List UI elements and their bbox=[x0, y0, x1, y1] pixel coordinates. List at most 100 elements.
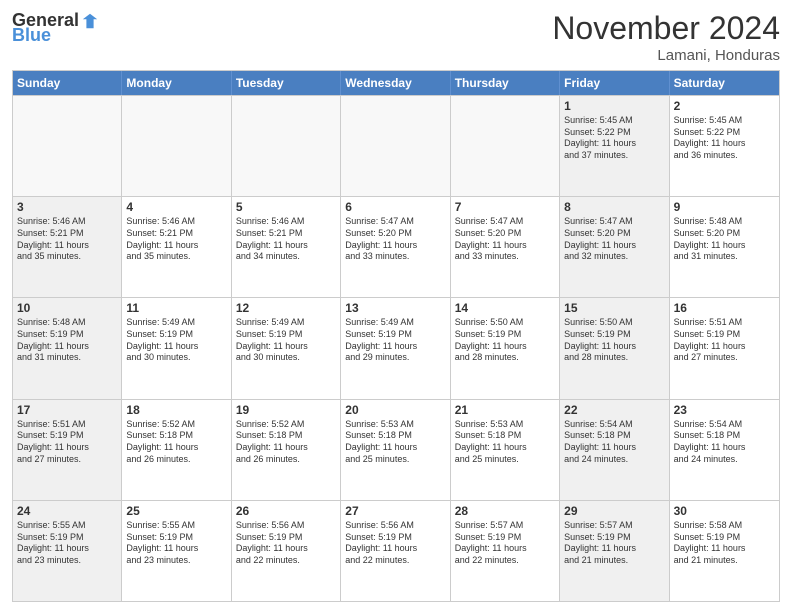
day-number: 3 bbox=[17, 200, 117, 214]
title-block: November 2024 Lamani, Honduras bbox=[552, 10, 780, 64]
day-number: 25 bbox=[126, 504, 226, 518]
day-info: Sunrise: 5:57 AM Sunset: 5:19 PM Dayligh… bbox=[564, 520, 664, 567]
month-title: November 2024 bbox=[552, 10, 780, 47]
day-cell-27: 27 Sunrise: 5:56 AM Sunset: 5:19 PM Dayli… bbox=[341, 501, 450, 601]
day-number: 26 bbox=[236, 504, 336, 518]
day-number: 17 bbox=[17, 403, 117, 417]
day-info: Sunrise: 5:53 AM Sunset: 5:18 PM Dayligh… bbox=[455, 419, 555, 466]
day-cell-4: 4Sunrise: 5:46 AM Sunset: 5:21 PM Daylig… bbox=[122, 197, 231, 297]
day-number: 12 bbox=[236, 301, 336, 315]
calendar-row-3: 10 Sunrise: 5:48 AM Sunset: 5:19 PM Dayli… bbox=[13, 297, 779, 398]
day-number: 21 bbox=[455, 403, 555, 417]
day-cell-26: 26Sunrise: 5:56 AM Sunset: 5:19 PM Dayli… bbox=[232, 501, 341, 601]
day-number: 16 bbox=[674, 301, 775, 315]
weekday-header-saturday: Saturday bbox=[670, 71, 779, 95]
weekday-header-sunday: Sunday bbox=[13, 71, 122, 95]
day-number: 9 bbox=[674, 200, 775, 214]
day-cell-1: 1 Sunrise: 5:45 AM Sunset: 5:22 PM Daylig… bbox=[560, 96, 669, 196]
day-cell-18: 18Sunrise: 5:52 AM Sunset: 5:18 PM Dayli… bbox=[122, 400, 231, 500]
day-number: 24 bbox=[17, 504, 117, 518]
day-info: Sunrise: 5:54 AM Sunset: 5:18 PM Dayligh… bbox=[564, 419, 664, 466]
day-cell-5: 5 Sunrise: 5:46 AM Sunset: 5:21 PM Daylig… bbox=[232, 197, 341, 297]
calendar-header: SundayMondayTuesdayWednesdayThursdayFrid… bbox=[13, 71, 779, 95]
calendar-row-5: 24 Sunrise: 5:55 AM Sunset: 5:19 PM Dayli… bbox=[13, 500, 779, 601]
day-info: Sunrise: 5:47 AM Sunset: 5:20 PM Dayligh… bbox=[345, 216, 445, 263]
empty-cell-r0c3 bbox=[341, 96, 450, 196]
day-info: Sunrise: 5:52 AM Sunset: 5:18 PM Dayligh… bbox=[236, 419, 336, 466]
weekday-header-friday: Friday bbox=[560, 71, 669, 95]
day-info: Sunrise: 5:54 AM Sunset: 5:18 PM Dayligh… bbox=[674, 419, 775, 466]
day-info: Sunrise: 5:46 AM Sunset: 5:21 PM Dayligh… bbox=[17, 216, 117, 263]
day-cell-24: 24 Sunrise: 5:55 AM Sunset: 5:19 PM Dayli… bbox=[13, 501, 122, 601]
day-number: 28 bbox=[455, 504, 555, 518]
day-cell-19: 19 Sunrise: 5:52 AM Sunset: 5:18 PM Dayli… bbox=[232, 400, 341, 500]
empty-cell-r0c2 bbox=[232, 96, 341, 196]
day-number: 19 bbox=[236, 403, 336, 417]
day-info: Sunrise: 5:48 AM Sunset: 5:20 PM Dayligh… bbox=[674, 216, 775, 263]
empty-cell-r0c4 bbox=[451, 96, 560, 196]
day-cell-15: 15 Sunrise: 5:50 AM Sunset: 5:19 PM Dayli… bbox=[560, 298, 669, 398]
day-number: 10 bbox=[17, 301, 117, 315]
page-container: General Blue November 2024 Lamani, Hondu… bbox=[0, 0, 792, 612]
day-cell-16: 16 Sunrise: 5:51 AM Sunset: 5:19 PM Dayli… bbox=[670, 298, 779, 398]
day-info: Sunrise: 5:45 AM Sunset: 5:22 PM Dayligh… bbox=[674, 115, 775, 162]
day-info: Sunrise: 5:51 AM Sunset: 5:19 PM Dayligh… bbox=[17, 419, 117, 466]
day-cell-28: 28 Sunrise: 5:57 AM Sunset: 5:19 PM Dayli… bbox=[451, 501, 560, 601]
day-cell-3: 3 Sunrise: 5:46 AM Sunset: 5:21 PM Daylig… bbox=[13, 197, 122, 297]
day-info: Sunrise: 5:46 AM Sunset: 5:21 PM Dayligh… bbox=[236, 216, 336, 263]
day-number: 18 bbox=[126, 403, 226, 417]
day-cell-20: 20 Sunrise: 5:53 AM Sunset: 5:18 PM Dayli… bbox=[341, 400, 450, 500]
day-info: Sunrise: 5:50 AM Sunset: 5:19 PM Dayligh… bbox=[455, 317, 555, 364]
day-number: 13 bbox=[345, 301, 445, 315]
day-number: 5 bbox=[236, 200, 336, 214]
day-cell-30: 30 Sunrise: 5:58 AM Sunset: 5:19 PM Dayli… bbox=[670, 501, 779, 601]
day-cell-11: 11Sunrise: 5:49 AM Sunset: 5:19 PM Dayli… bbox=[122, 298, 231, 398]
day-info: Sunrise: 5:49 AM Sunset: 5:19 PM Dayligh… bbox=[345, 317, 445, 364]
day-number: 8 bbox=[564, 200, 664, 214]
day-info: Sunrise: 5:55 AM Sunset: 5:19 PM Dayligh… bbox=[126, 520, 226, 567]
calendar: SundayMondayTuesdayWednesdayThursdayFrid… bbox=[12, 70, 780, 602]
weekday-header-monday: Monday bbox=[122, 71, 231, 95]
day-info: Sunrise: 5:47 AM Sunset: 5:20 PM Dayligh… bbox=[455, 216, 555, 263]
day-info: Sunrise: 5:56 AM Sunset: 5:19 PM Dayligh… bbox=[345, 520, 445, 567]
day-number: 1 bbox=[564, 99, 664, 113]
day-info: Sunrise: 5:58 AM Sunset: 5:19 PM Dayligh… bbox=[674, 520, 775, 567]
day-info: Sunrise: 5:47 AM Sunset: 5:20 PM Dayligh… bbox=[564, 216, 664, 263]
day-number: 14 bbox=[455, 301, 555, 315]
day-cell-14: 14 Sunrise: 5:50 AM Sunset: 5:19 PM Dayli… bbox=[451, 298, 560, 398]
day-cell-21: 21 Sunrise: 5:53 AM Sunset: 5:18 PM Dayli… bbox=[451, 400, 560, 500]
day-cell-7: 7 Sunrise: 5:47 AM Sunset: 5:20 PM Daylig… bbox=[451, 197, 560, 297]
day-info: Sunrise: 5:49 AM Sunset: 5:19 PM Dayligh… bbox=[126, 317, 226, 364]
weekday-header-wednesday: Wednesday bbox=[341, 71, 450, 95]
day-number: 27 bbox=[345, 504, 445, 518]
day-number: 7 bbox=[455, 200, 555, 214]
calendar-row-1: 1 Sunrise: 5:45 AM Sunset: 5:22 PM Daylig… bbox=[13, 95, 779, 196]
day-cell-17: 17 Sunrise: 5:51 AM Sunset: 5:19 PM Dayli… bbox=[13, 400, 122, 500]
day-number: 20 bbox=[345, 403, 445, 417]
day-number: 2 bbox=[674, 99, 775, 113]
day-number: 15 bbox=[564, 301, 664, 315]
day-cell-12: 12Sunrise: 5:49 AM Sunset: 5:19 PM Dayli… bbox=[232, 298, 341, 398]
location-text: Lamani, Honduras bbox=[552, 47, 780, 64]
day-info: Sunrise: 5:45 AM Sunset: 5:22 PM Dayligh… bbox=[564, 115, 664, 162]
day-number: 23 bbox=[674, 403, 775, 417]
day-info: Sunrise: 5:46 AM Sunset: 5:21 PM Dayligh… bbox=[126, 216, 226, 263]
empty-cell-r0c0 bbox=[13, 96, 122, 196]
day-info: Sunrise: 5:50 AM Sunset: 5:19 PM Dayligh… bbox=[564, 317, 664, 364]
day-info: Sunrise: 5:57 AM Sunset: 5:19 PM Dayligh… bbox=[455, 520, 555, 567]
day-info: Sunrise: 5:48 AM Sunset: 5:19 PM Dayligh… bbox=[17, 317, 117, 364]
day-number: 30 bbox=[674, 504, 775, 518]
logo-flag-icon bbox=[81, 12, 99, 30]
calendar-body: 1 Sunrise: 5:45 AM Sunset: 5:22 PM Daylig… bbox=[13, 95, 779, 601]
day-cell-10: 10 Sunrise: 5:48 AM Sunset: 5:19 PM Dayli… bbox=[13, 298, 122, 398]
day-cell-29: 29Sunrise: 5:57 AM Sunset: 5:19 PM Dayli… bbox=[560, 501, 669, 601]
weekday-header-tuesday: Tuesday bbox=[232, 71, 341, 95]
day-cell-6: 6Sunrise: 5:47 AM Sunset: 5:20 PM Daylig… bbox=[341, 197, 450, 297]
day-cell-25: 25 Sunrise: 5:55 AM Sunset: 5:19 PM Dayli… bbox=[122, 501, 231, 601]
day-info: Sunrise: 5:55 AM Sunset: 5:19 PM Dayligh… bbox=[17, 520, 117, 567]
day-info: Sunrise: 5:51 AM Sunset: 5:19 PM Dayligh… bbox=[674, 317, 775, 364]
day-cell-23: 23 Sunrise: 5:54 AM Sunset: 5:18 PM Dayli… bbox=[670, 400, 779, 500]
calendar-row-4: 17 Sunrise: 5:51 AM Sunset: 5:19 PM Dayli… bbox=[13, 399, 779, 500]
header: General Blue November 2024 Lamani, Hondu… bbox=[12, 10, 780, 64]
day-info: Sunrise: 5:53 AM Sunset: 5:18 PM Dayligh… bbox=[345, 419, 445, 466]
